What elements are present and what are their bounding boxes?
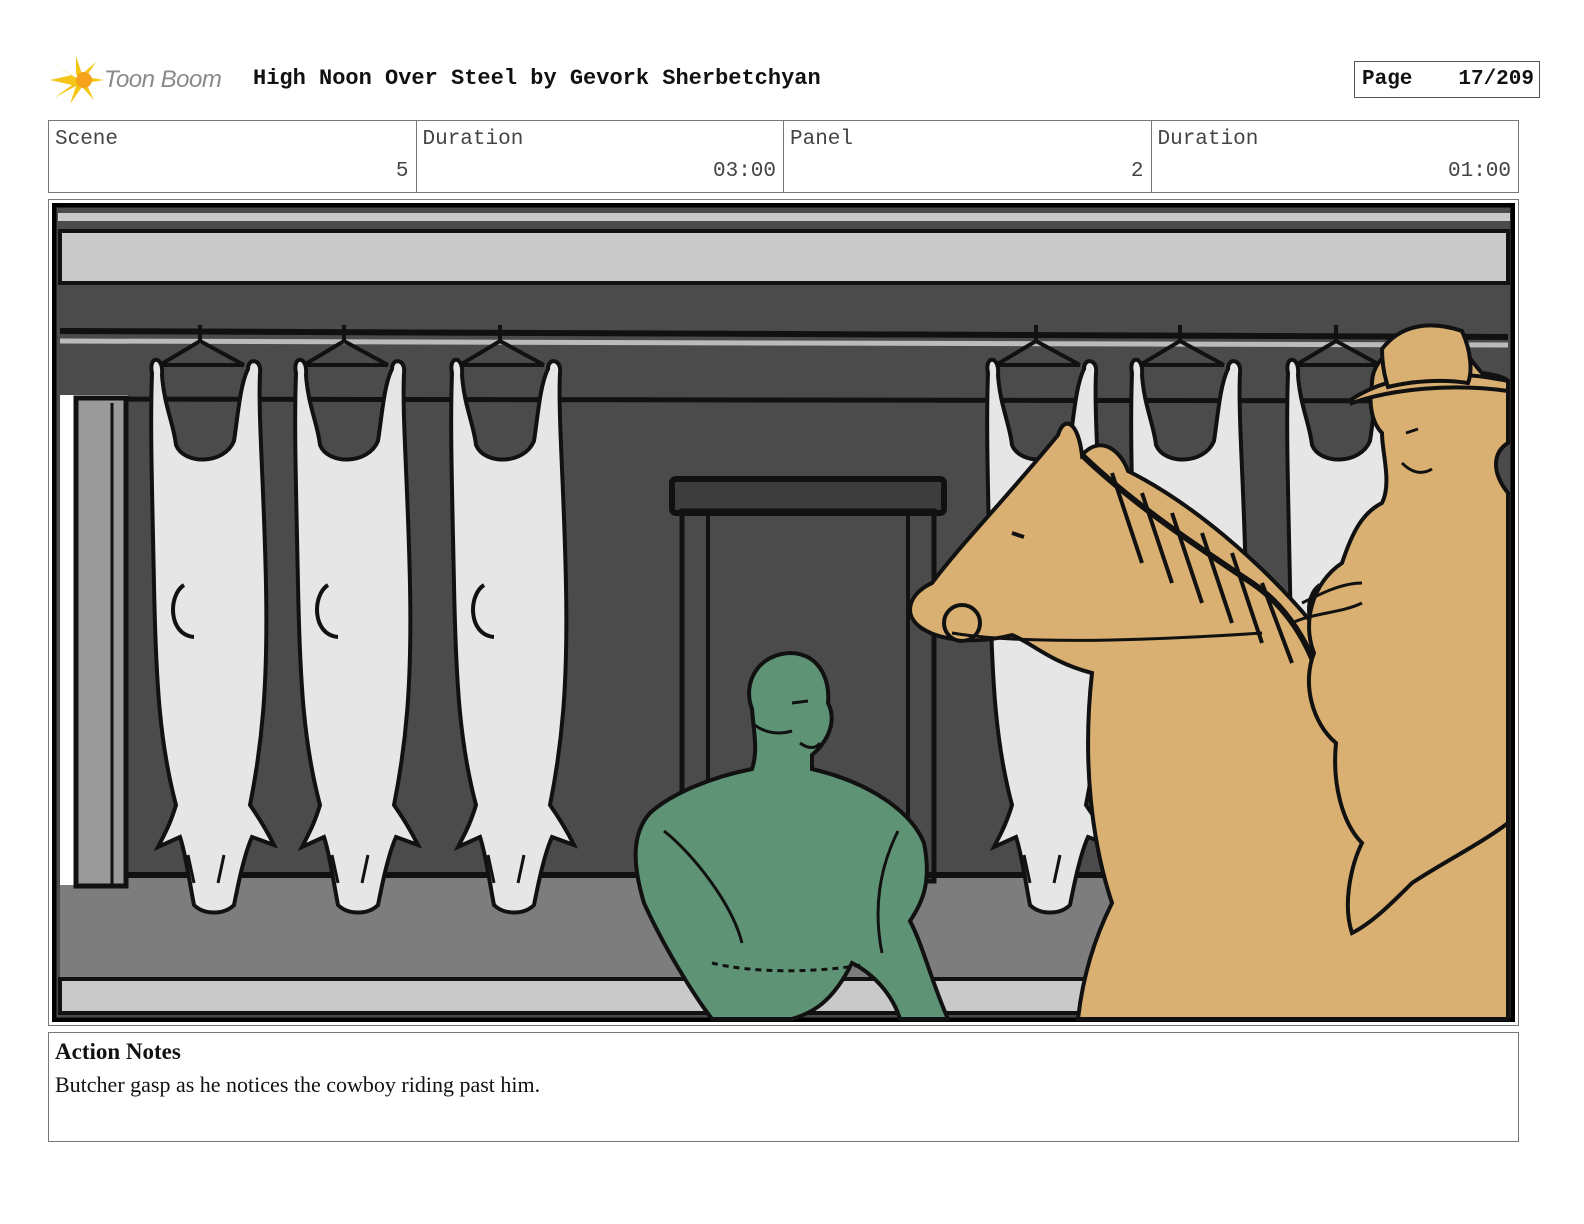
panel-cell: Panel 2	[784, 121, 1152, 192]
scene-label: Scene	[55, 128, 119, 151]
action-notes: Action Notes Butcher gasp as he notices …	[48, 1032, 1519, 1142]
scene-value: 5	[395, 160, 409, 183]
scene-duration-label: Duration	[422, 128, 524, 151]
scene-duration-value: 03:00	[712, 160, 776, 183]
storyboard-header: Toon Boom High Noon Over Steel by Gevork…	[50, 56, 1540, 104]
scene-duration-cell: Duration 03:00	[417, 121, 784, 192]
storyboard-panel	[48, 199, 1519, 1026]
logo-wordmark: Toon Boom	[104, 66, 222, 93]
panel-duration-cell: Duration 01:00	[1152, 121, 1519, 192]
scene-info-row: Scene 5 Duration 03:00 Panel 2 Duration …	[48, 120, 1519, 193]
panel-duration-value: 01:00	[1447, 160, 1511, 183]
scene-cell: Scene 5	[49, 121, 417, 192]
panel-label: Panel	[790, 128, 854, 151]
page-indicator: Page 17/209	[1354, 61, 1540, 98]
page-label: Page	[1362, 68, 1413, 91]
action-notes-text: Butcher gasp as he notices the cowboy ri…	[55, 1072, 541, 1097]
action-notes-title: Action Notes	[55, 1039, 181, 1064]
toon-boom-logo: Toon Boom	[50, 56, 240, 104]
panel-drawing	[52, 203, 1515, 1022]
panel-duration-label: Duration	[1157, 128, 1259, 151]
storyboard-title: High Noon Over Steel by Gevork Sherbetch…	[253, 66, 821, 91]
page-number: 17/209	[1458, 68, 1534, 91]
starburst-icon	[50, 56, 104, 104]
panel-value: 2	[1130, 160, 1144, 183]
